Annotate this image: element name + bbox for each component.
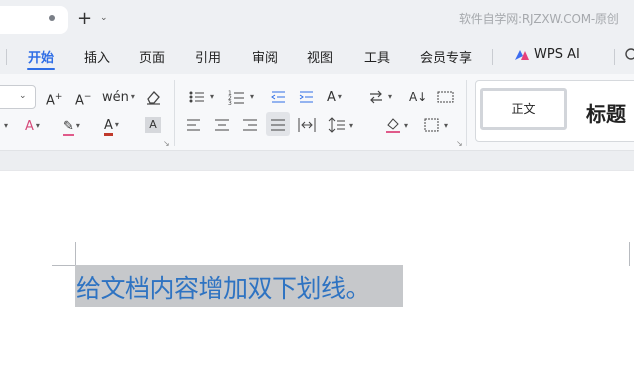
margin-mark (629, 242, 630, 266)
align-right-icon[interactable] (242, 118, 258, 132)
watermark-text: 软件自学网:RJZXW.COM-原创 (459, 12, 619, 26)
tab-insert[interactable]: 插入 (84, 47, 110, 66)
border-icon[interactable] (424, 118, 440, 132)
shrink-font-icon[interactable]: A− (75, 89, 91, 109)
chevron-down-icon[interactable]: ▾ (442, 118, 448, 135)
highlight-icon[interactable]: ✎ ▾ (63, 118, 80, 136)
font-effect-icon[interactable]: A ▾ (25, 118, 40, 135)
ribbon-divider (174, 80, 175, 146)
grow-font-icon[interactable]: A+ (46, 89, 62, 109)
new-tab-dropdown-icon[interactable]: ⌄ (100, 13, 108, 23)
tab-start[interactable]: 开始 (28, 47, 54, 66)
line-break-icon[interactable]: A↓ (409, 89, 427, 105)
search-icon[interactable] (624, 47, 634, 61)
new-tab-button[interactable]: + (77, 9, 92, 29)
dialog-launcher-icon[interactable]: ↘ (456, 139, 463, 148)
style-heading[interactable]: 标题 (586, 98, 626, 127)
distribute-icon[interactable] (298, 117, 316, 133)
tab-member[interactable]: 会员专享 (420, 47, 472, 66)
document-tab[interactable] (0, 6, 68, 34)
menu-bar: 开始 插入 页面 引用 审阅 视图 工具 会员专享 WPS AI (0, 38, 634, 74)
increase-indent-icon[interactable] (298, 89, 314, 105)
text-direction-icon[interactable]: A ▾ (327, 89, 342, 106)
margin-mark (52, 265, 76, 266)
line-spacing-icon[interactable] (328, 117, 346, 133)
tab-view[interactable]: 视图 (307, 47, 333, 66)
menu-divider (6, 49, 7, 65)
decrease-indent-icon[interactable] (270, 89, 286, 105)
chevron-down-icon[interactable]: ▾ (248, 89, 254, 106)
canvas-background (0, 151, 634, 170)
tab-review[interactable]: 审阅 (252, 47, 278, 66)
chevron-down-icon[interactable]: ▾ (2, 118, 8, 135)
char-shading-icon[interactable]: A (145, 117, 161, 133)
tab-reference[interactable]: 引用 (195, 47, 221, 66)
ribbon-divider (466, 80, 467, 146)
phonetic-guide-icon[interactable]: wén ▾ (102, 89, 135, 106)
tab-page[interactable]: 页面 (139, 47, 165, 66)
font-color-icon[interactable]: A ▾ (104, 117, 119, 136)
numbered-list-icon[interactable]: 123 (228, 89, 248, 105)
chevron-down-icon[interactable]: ▾ (402, 118, 408, 135)
svg-text:3: 3 (228, 100, 232, 105)
style-normal[interactable]: 正文 (480, 88, 567, 130)
clear-format-icon[interactable] (145, 89, 161, 105)
font-size-select[interactable]: ⌄ (0, 85, 36, 109)
menu-divider (614, 49, 615, 65)
justify-icon (271, 119, 285, 131)
chevron-down-icon[interactable]: ▾ (347, 118, 353, 135)
chevron-down-icon[interactable]: ▾ (386, 89, 392, 106)
unsaved-dot-icon (49, 15, 55, 21)
chevron-down-icon[interactable]: ▾ (208, 89, 214, 106)
tab-wps-ai[interactable]: WPS AI (534, 47, 580, 62)
chevron-down-icon: ⌄ (19, 91, 27, 101)
margin-mark (75, 242, 76, 266)
bullet-list-icon[interactable] (188, 89, 208, 105)
sort-icon[interactable] (368, 89, 384, 105)
document-text[interactable]: 给文档内容增加双下划线。 (76, 269, 371, 305)
shading-icon[interactable] (385, 116, 401, 134)
tab-tools[interactable]: 工具 (364, 47, 390, 66)
table-border-icon[interactable] (437, 90, 455, 104)
wps-ai-logo-icon (515, 50, 529, 60)
align-center-icon[interactable] (214, 118, 230, 132)
dialog-launcher-icon[interactable]: ↘ (163, 139, 170, 148)
menu-divider (492, 49, 493, 65)
align-left-icon[interactable] (186, 118, 202, 132)
active-tab-indicator (27, 68, 55, 70)
